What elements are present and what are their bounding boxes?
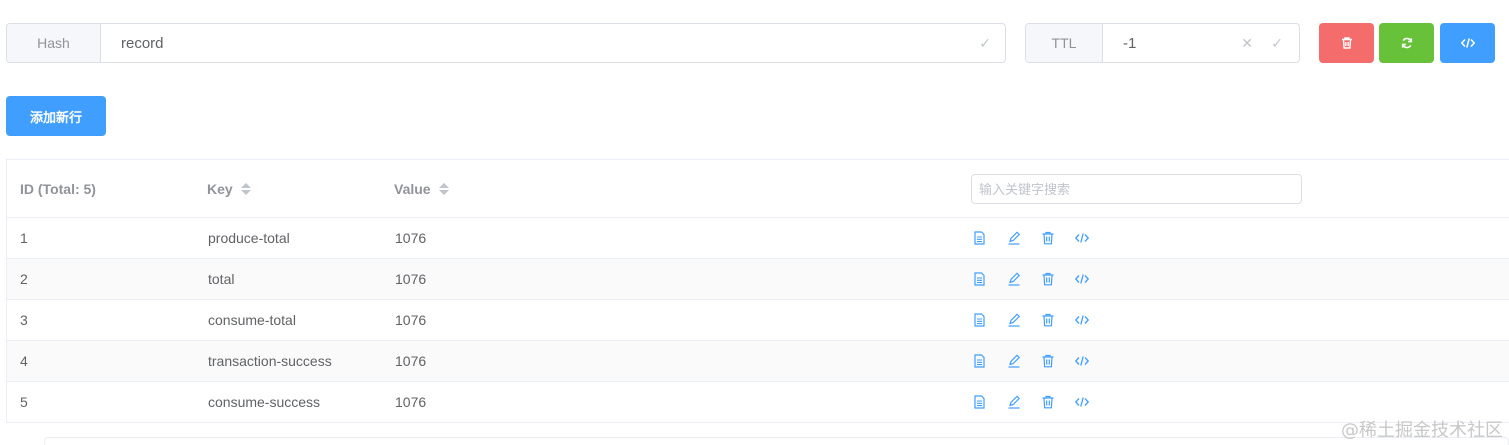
- column-header-value-label: Value: [394, 180, 431, 197]
- row-value: 1076: [395, 230, 427, 246]
- hash-table: ID (Total: 5) Key Value 1 produce-total 10…: [6, 159, 1509, 423]
- table-row: 2 total 1076: [7, 259, 1509, 300]
- edit-icon[interactable]: [1005, 312, 1022, 329]
- row-id: 3: [20, 312, 28, 328]
- row-id: 5: [20, 394, 28, 410]
- table-row: 1 produce-total 1076: [7, 218, 1509, 259]
- key-type-label: Hash: [7, 24, 101, 62]
- row-id: 4: [20, 353, 28, 369]
- row-actions: [971, 300, 1090, 340]
- code-icon[interactable]: [1073, 353, 1090, 370]
- row-actions: [971, 382, 1090, 422]
- refresh-icon: [1401, 37, 1412, 49]
- row-key: transaction-success: [208, 353, 332, 369]
- row-value: 1076: [395, 394, 427, 410]
- ttl-value: -1: [1123, 34, 1137, 52]
- key-name-value: record: [121, 34, 164, 52]
- key-name-group: Hash record ✓: [6, 23, 1006, 63]
- document-icon[interactable]: [971, 394, 988, 411]
- row-id: 1: [20, 230, 28, 246]
- table-row: 3 consume-total 1076: [7, 300, 1509, 341]
- delete-icon[interactable]: [1039, 230, 1056, 247]
- column-header-key[interactable]: Key: [207, 160, 251, 217]
- document-icon[interactable]: [971, 271, 988, 288]
- delete-icon[interactable]: [1039, 312, 1056, 329]
- watermark: @稀土掘金技术社区: [1341, 420, 1503, 441]
- delete-key-button[interactable]: [1319, 23, 1374, 63]
- document-icon[interactable]: [971, 353, 988, 370]
- ttl-check-icon[interactable]: ✓: [1271, 36, 1283, 50]
- row-actions: [971, 341, 1090, 381]
- row-key: consume-total: [208, 312, 296, 328]
- sort-caret-icon[interactable]: [240, 182, 251, 195]
- bottom-panel: [44, 437, 1509, 445]
- code-icon[interactable]: [1073, 312, 1090, 329]
- column-header-value[interactable]: Value: [394, 160, 449, 217]
- clear-x-icon[interactable]: ✕: [1241, 36, 1253, 50]
- view-code-button[interactable]: [1440, 23, 1495, 63]
- column-header-key-label: Key: [207, 180, 233, 197]
- row-value: 1076: [395, 271, 427, 287]
- row-value: 1076: [395, 353, 427, 369]
- row-actions: [971, 259, 1090, 299]
- table-row: 5 consume-success 1076: [7, 382, 1509, 423]
- edit-icon[interactable]: [1005, 230, 1022, 247]
- row-value: 1076: [395, 312, 427, 328]
- table-body: 1 produce-total 1076 2 total 1076 3 consume-tot…: [7, 218, 1509, 423]
- row-key: consume-success: [208, 394, 321, 410]
- trash-icon: [1341, 37, 1352, 49]
- row-key: produce-total: [208, 230, 290, 246]
- edit-icon[interactable]: [1005, 271, 1022, 288]
- confirm-check-icon[interactable]: ✓: [979, 36, 991, 50]
- code-icon[interactable]: [1073, 394, 1090, 411]
- table-row: 4 transaction-success 1076: [7, 341, 1509, 382]
- keyword-search-input[interactable]: [971, 174, 1302, 204]
- document-icon[interactable]: [971, 230, 988, 247]
- delete-icon[interactable]: [1039, 394, 1056, 411]
- code-icon[interactable]: [1073, 230, 1090, 247]
- edit-icon[interactable]: [1005, 353, 1022, 370]
- sort-caret-icon[interactable]: [438, 182, 449, 195]
- row-actions: [971, 218, 1090, 258]
- add-row-button[interactable]: 添加新行: [6, 96, 106, 136]
- delete-icon[interactable]: [1039, 353, 1056, 370]
- key-name-input[interactable]: record ✓: [101, 24, 1005, 62]
- code-icon: [1460, 38, 1475, 48]
- ttl-label: TTL: [1026, 24, 1103, 62]
- delete-icon[interactable]: [1039, 271, 1056, 288]
- code-icon[interactable]: [1073, 271, 1090, 288]
- row-id: 2: [20, 271, 28, 287]
- table-header: ID (Total: 5) Key Value: [7, 160, 1509, 218]
- ttl-group: TTL -1 ✕ ✓: [1025, 23, 1300, 63]
- ttl-input[interactable]: -1 ✕ ✓: [1103, 24, 1299, 62]
- row-key: total: [208, 271, 235, 287]
- refresh-button[interactable]: [1379, 23, 1434, 63]
- edit-icon[interactable]: [1005, 394, 1022, 411]
- document-icon[interactable]: [971, 312, 988, 329]
- column-header-id: ID (Total: 5): [20, 180, 96, 197]
